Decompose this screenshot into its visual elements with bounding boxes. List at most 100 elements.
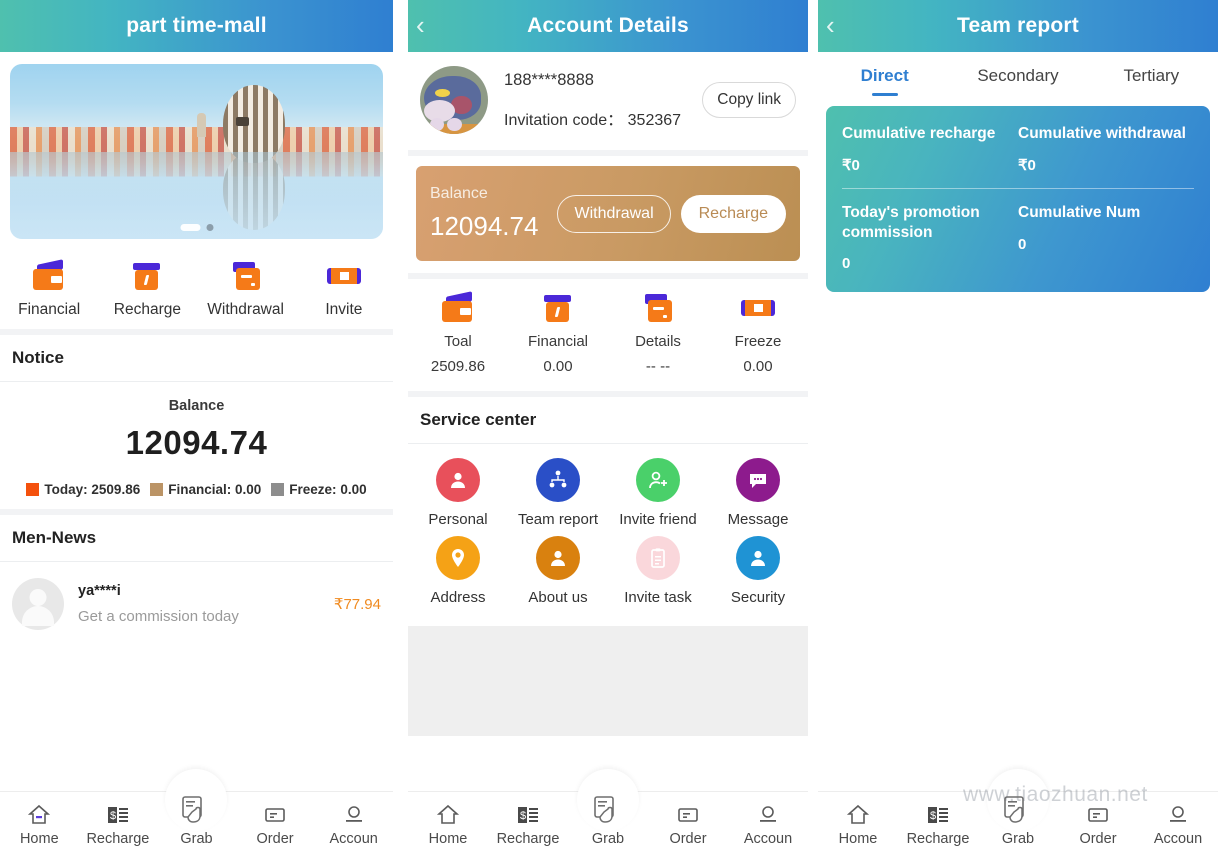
service-invite-task[interactable]: Invite task xyxy=(608,536,708,606)
home-topbar: part time-mall xyxy=(0,0,393,52)
tab-label: Accoun xyxy=(1153,831,1203,847)
order-icon xyxy=(676,803,700,827)
tab-label: Grab xyxy=(180,831,213,847)
legend-swatch xyxy=(150,483,164,496)
avatar[interactable] xyxy=(420,66,488,134)
service-personal[interactable]: Personal xyxy=(408,458,508,528)
service-message[interactable]: Message xyxy=(708,458,808,528)
tab-order[interactable]: Order xyxy=(648,803,728,853)
carousel-indicators[interactable] xyxy=(180,224,213,231)
news-text: ya****i Get a commission today xyxy=(78,583,320,625)
tab-home[interactable]: Home xyxy=(0,803,79,853)
notice-heading: Notice xyxy=(0,335,393,382)
tab-account[interactable]: Accoun xyxy=(1138,803,1218,853)
tab-recharge[interactable]: $ Recharge xyxy=(79,803,158,853)
account-icon xyxy=(756,803,780,827)
stat-total[interactable]: Toal 2509.86 xyxy=(408,291,508,375)
tab-label: Grab xyxy=(1001,831,1035,847)
svg-text:$: $ xyxy=(110,810,116,822)
home-icon xyxy=(846,803,870,827)
home-icon xyxy=(436,803,460,827)
quick-action-invite[interactable]: Invite xyxy=(295,261,393,319)
service-security[interactable]: Security xyxy=(708,536,808,606)
tab-grab[interactable]: Grab xyxy=(157,769,236,853)
copy-link-button[interactable]: Copy link xyxy=(702,82,796,118)
balance-amount: 12094.74 xyxy=(125,424,268,461)
wallet-icon xyxy=(440,291,476,325)
grab-hand-icon xyxy=(591,793,625,827)
banner-tower xyxy=(196,113,206,137)
quick-action-financial[interactable]: Financial xyxy=(0,259,98,319)
service-label: Invite task xyxy=(624,589,692,606)
service-label: Message xyxy=(727,511,789,528)
summary-title: Today's promotion commission xyxy=(842,204,980,241)
avatar xyxy=(12,578,64,630)
stat-value: 0.00 xyxy=(743,358,773,375)
summary-value: ₹0 xyxy=(842,157,860,175)
tab-label: Order xyxy=(256,831,294,847)
quick-action-withdrawal[interactable]: Withdrawal xyxy=(197,261,295,319)
invitation-code-row: Invitation code： 352367 xyxy=(504,106,686,130)
withdrawal-button[interactable]: Withdrawal xyxy=(557,194,671,233)
recharge-button[interactable]: Recharge xyxy=(680,194,786,233)
svg-text:$: $ xyxy=(930,810,936,822)
service-address[interactable]: Address xyxy=(408,536,508,606)
tab-grab[interactable]: Grab xyxy=(978,769,1058,853)
grab-hand-icon xyxy=(1001,793,1035,827)
carousel-dot[interactable] xyxy=(206,224,213,231)
list-item[interactable]: ya****i Get a commission today ₹77.94 xyxy=(0,562,393,650)
service-label: Invite friend xyxy=(619,511,697,528)
bottom-tabbar: Home $ Recharge Grab Order Accoun xyxy=(818,769,1218,853)
account-icon xyxy=(1166,803,1190,827)
service-about-us[interactable]: About us xyxy=(508,536,608,606)
content-filler xyxy=(408,626,808,736)
tab-recharge[interactable]: $ Recharge xyxy=(898,803,978,853)
tab-grab[interactable]: Grab xyxy=(568,769,648,853)
tab-tertiary[interactable]: Tertiary xyxy=(1085,52,1218,100)
legend-financial: Financial: 0.00 xyxy=(150,482,261,497)
recharge-card-icon xyxy=(129,261,165,293)
stat-label: Financial xyxy=(527,333,589,350)
page-title: Team report xyxy=(956,14,1079,37)
tab-home[interactable]: Home xyxy=(818,803,898,853)
tab-account[interactable]: Accoun xyxy=(314,803,393,853)
tab-order[interactable]: Order xyxy=(236,803,315,853)
tab-label: Home xyxy=(838,831,878,847)
wallet-icon xyxy=(31,259,67,293)
stat-financial[interactable]: Financial 0.00 xyxy=(508,293,608,375)
tab-secondary[interactable]: Secondary xyxy=(951,52,1084,100)
profile-section: 188****8888 Invitation code： 352367 Copy… xyxy=(408,52,808,156)
team-summary-card: Cumulative recharge ₹0 Cumulative withdr… xyxy=(826,106,1210,293)
receipt-icon: $ xyxy=(106,803,130,827)
service-invite-friend[interactable]: Invite friend xyxy=(608,458,708,528)
tab-home[interactable]: Home xyxy=(408,803,488,853)
carousel-dot-active[interactable] xyxy=(180,224,200,231)
stat-details[interactable]: Details -- -- xyxy=(608,293,708,375)
tab-direct[interactable]: Direct xyxy=(818,52,951,100)
stat-freeze[interactable]: Freeze 0.00 xyxy=(708,293,808,375)
tab-account[interactable]: Accoun xyxy=(728,803,808,853)
receipt-icon: $ xyxy=(516,803,540,827)
tab-label: Recharge xyxy=(496,831,560,847)
tab-order[interactable]: Order xyxy=(1058,803,1138,853)
chevron-left-icon[interactable]: ‹ xyxy=(826,12,846,38)
stat-value: 0.00 xyxy=(543,358,573,375)
news-heading: Men-News xyxy=(0,515,393,562)
service-label: Team report xyxy=(517,511,599,528)
service-label: About us xyxy=(528,589,588,606)
chevron-left-icon[interactable]: ‹ xyxy=(416,12,436,38)
tab-recharge[interactable]: $ Recharge xyxy=(488,803,568,853)
service-team-report[interactable]: Team report xyxy=(508,458,608,528)
quick-action-recharge[interactable]: Recharge xyxy=(98,261,196,319)
banner-carousel[interactable] xyxy=(0,52,393,247)
person-icon xyxy=(436,458,480,502)
tab-label: Order xyxy=(1079,831,1117,847)
invitation-code-label: Invitation code： xyxy=(504,111,624,129)
banner-image[interactable] xyxy=(10,64,383,239)
account-topbar: ‹ Account Details xyxy=(408,0,808,52)
service-label: Address xyxy=(430,589,486,606)
team-network-icon xyxy=(536,458,580,502)
panel-team-report: ‹ Team report Direct Secondary Tertiary … xyxy=(818,0,1218,853)
tab-label: Accoun xyxy=(329,831,378,847)
bottom-tabbar: Home $ Recharge Grab Order Accoun xyxy=(408,769,808,853)
